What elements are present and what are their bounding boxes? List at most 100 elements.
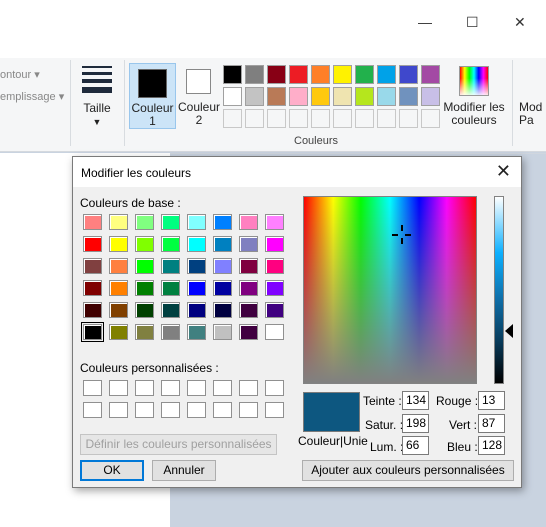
palette-empty-slot[interactable] — [333, 109, 352, 128]
base-color-swatch[interactable] — [135, 258, 154, 274]
palette-empty-slot[interactable] — [223, 109, 242, 128]
palette-swatch[interactable] — [311, 87, 330, 106]
base-color-swatch[interactable] — [135, 302, 154, 318]
base-color-swatch[interactable] — [213, 280, 232, 296]
palette-swatch[interactable] — [333, 65, 352, 84]
base-color-swatch[interactable] — [265, 214, 284, 230]
palette-swatch[interactable] — [377, 87, 396, 106]
palette-swatch[interactable] — [245, 87, 264, 106]
base-color-swatch[interactable] — [265, 324, 284, 340]
add-custom-color-button[interactable]: Ajouter aux couleurs personnalisées — [302, 460, 514, 481]
base-color-swatch[interactable] — [213, 214, 232, 230]
base-color-swatch[interactable] — [265, 302, 284, 318]
custom-color-slot[interactable] — [213, 380, 232, 396]
custom-color-slot[interactable] — [83, 402, 102, 418]
base-color-swatch[interactable] — [135, 214, 154, 230]
close-icon[interactable]: ✕ — [496, 162, 511, 180]
rouge-field[interactable]: 13 — [478, 391, 505, 410]
palette-swatch[interactable] — [355, 87, 374, 106]
base-color-swatch[interactable] — [83, 236, 102, 252]
base-color-swatch[interactable] — [161, 302, 180, 318]
contour-menu[interactable]: ontour ▾ — [0, 68, 40, 81]
custom-color-slot[interactable] — [109, 380, 128, 396]
base-color-swatch[interactable] — [239, 280, 258, 296]
base-color-swatch[interactable] — [213, 302, 232, 318]
ok-button[interactable]: OK — [80, 460, 144, 481]
palette-swatch[interactable] — [223, 87, 242, 106]
custom-color-slot[interactable] — [161, 402, 180, 418]
palette-swatch[interactable] — [355, 65, 374, 84]
base-color-swatch[interactable] — [239, 324, 258, 340]
palette-swatch[interactable] — [245, 65, 264, 84]
base-color-swatch[interactable] — [239, 258, 258, 274]
base-color-swatch[interactable] — [213, 258, 232, 274]
base-color-swatch[interactable] — [83, 280, 102, 296]
cancel-button[interactable]: Annuler — [152, 460, 216, 481]
palette-empty-slot[interactable] — [245, 109, 264, 128]
custom-color-slot[interactable] — [109, 402, 128, 418]
base-color-swatch[interactable] — [109, 236, 128, 252]
base-color-swatch[interactable] — [83, 258, 102, 274]
base-color-swatch[interactable] — [161, 324, 180, 340]
base-color-swatch[interactable] — [265, 280, 284, 296]
custom-color-slot[interactable] — [239, 402, 258, 418]
base-color-swatch[interactable] — [109, 214, 128, 230]
palette-swatch[interactable] — [289, 87, 308, 106]
palette-swatch[interactable] — [399, 87, 418, 106]
base-color-swatch[interactable] — [161, 258, 180, 274]
next-tool-label[interactable]: Mod Pa — [519, 101, 546, 127]
couleur1-button[interactable]: Couleur 1 — [129, 63, 176, 129]
base-color-swatch[interactable] — [213, 324, 232, 340]
custom-color-slot[interactable] — [83, 380, 102, 396]
luminosity-slider[interactable] — [494, 196, 504, 384]
taille-button[interactable]: Taille ▼ — [76, 66, 118, 128]
base-color-swatch[interactable] — [83, 214, 102, 230]
base-color-swatch[interactable] — [109, 324, 128, 340]
palette-swatch[interactable] — [333, 87, 352, 106]
palette-swatch[interactable] — [421, 87, 440, 106]
palette-empty-slot[interactable] — [289, 109, 308, 128]
base-color-swatch[interactable] — [239, 214, 258, 230]
base-color-swatch[interactable] — [239, 236, 258, 252]
bleu-field[interactable]: 128 — [478, 436, 505, 455]
minimize-icon[interactable]: — — [418, 14, 432, 30]
lum-field[interactable]: 66 — [402, 436, 429, 455]
base-color-swatch[interactable] — [135, 236, 154, 252]
maximize-icon[interactable]: ☐ — [466, 14, 479, 31]
define-custom-colors-button[interactable]: Définir les couleurs personnalisées >> — [80, 434, 277, 470]
base-color-swatch[interactable] — [81, 322, 104, 342]
palette-swatch[interactable] — [267, 87, 286, 106]
custom-color-slot[interactable] — [135, 402, 154, 418]
base-color-swatch[interactable] — [161, 280, 180, 296]
base-color-swatch[interactable] — [187, 236, 206, 252]
base-color-swatch[interactable] — [109, 280, 128, 296]
teinte-field[interactable]: 134 — [402, 391, 429, 410]
close-window-icon[interactable]: ✕ — [514, 14, 526, 31]
custom-color-slot[interactable] — [135, 380, 154, 396]
palette-swatch[interactable] — [421, 65, 440, 84]
custom-color-slot[interactable] — [187, 380, 206, 396]
base-color-swatch[interactable] — [187, 258, 206, 274]
custom-color-slot[interactable] — [213, 402, 232, 418]
custom-color-slot[interactable] — [265, 380, 284, 396]
base-color-swatch[interactable] — [161, 214, 180, 230]
custom-color-slot[interactable] — [187, 402, 206, 418]
base-color-swatch[interactable] — [187, 324, 206, 340]
luminosity-arrow-icon[interactable] — [505, 324, 513, 338]
palette-empty-slot[interactable] — [421, 109, 440, 128]
palette-empty-slot[interactable] — [267, 109, 286, 128]
custom-color-slot[interactable] — [265, 402, 284, 418]
remplissage-menu[interactable]: emplissage ▾ — [0, 90, 64, 103]
palette-swatch[interactable] — [289, 65, 308, 84]
palette-swatch[interactable] — [399, 65, 418, 84]
palette-empty-slot[interactable] — [311, 109, 330, 128]
custom-color-slot[interactable] — [161, 380, 180, 396]
custom-color-slot[interactable] — [239, 380, 258, 396]
palette-swatch[interactable] — [311, 65, 330, 84]
base-color-swatch[interactable] — [239, 302, 258, 318]
satur-field[interactable]: 198 — [402, 414, 429, 433]
base-color-swatch[interactable] — [265, 258, 284, 274]
palette-swatch[interactable] — [223, 65, 242, 84]
palette-empty-slot[interactable] — [399, 109, 418, 128]
base-color-swatch[interactable] — [187, 280, 206, 296]
